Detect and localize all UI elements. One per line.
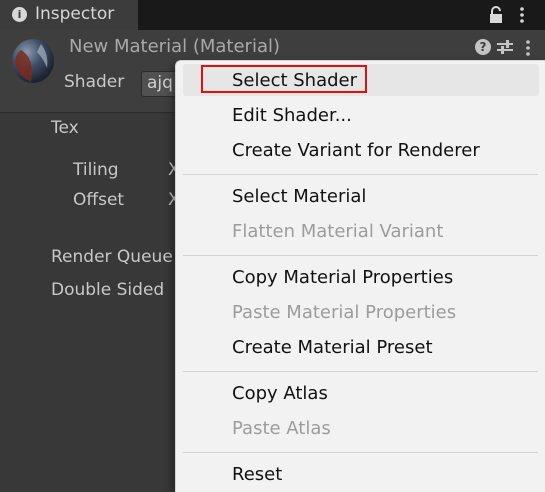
menu-item-copy-atlas[interactable]: Copy Atlas — [232, 383, 328, 404]
menu-item-create-variant-for-renderer[interactable]: Create Variant for Renderer — [232, 140, 480, 161]
help-icon[interactable]: ? — [475, 39, 491, 55]
material-kebab-icon[interactable] — [526, 39, 530, 57]
material-preview-icon — [12, 39, 54, 83]
lock-icon[interactable] — [489, 6, 503, 24]
menu-separator — [183, 452, 538, 453]
context-menu: Select Shader Edit Shader... Create Vari… — [175, 60, 545, 492]
settings-sliders-icon[interactable] — [497, 39, 513, 55]
property-tiling: Tiling — [73, 160, 119, 180]
shader-value: ajq — [147, 73, 173, 93]
menu-item-edit-shader[interactable]: Edit Shader... — [232, 105, 352, 126]
menu-item-create-material-preset[interactable]: Create Material Preset — [232, 337, 433, 358]
menu-item-copy-material-properties[interactable]: Copy Material Properties — [232, 267, 453, 288]
shader-label: Shader — [64, 72, 125, 92]
tab-title: Inspector — [35, 4, 115, 24]
menu-item-paste-material-properties: Paste Material Properties — [232, 302, 457, 323]
menu-separator — [183, 255, 538, 256]
tab-inspector[interactable]: i Inspector — [0, 0, 138, 30]
property-offset: Offset — [73, 190, 125, 210]
menu-item-reset[interactable]: Reset — [232, 464, 282, 485]
menu-item-paste-atlas: Paste Atlas — [232, 418, 331, 439]
info-icon: i — [12, 7, 27, 22]
menu-separator — [183, 174, 538, 175]
menu-item-select-shader[interactable]: Select Shader — [232, 70, 357, 91]
property-render-queue: Render Queue — [51, 247, 173, 267]
material-name: New Material (Material) — [69, 36, 280, 57]
property-double-sided: Double Sided — [51, 280, 165, 300]
menu-separator — [183, 371, 538, 372]
menu-item-flatten-material-variant: Flatten Material Variant — [232, 221, 444, 242]
menu-item-select-material[interactable]: Select Material — [232, 186, 366, 207]
property-tex: Tex — [51, 118, 79, 138]
kebab-menu-icon[interactable] — [520, 6, 524, 24]
inspector-titlebar: i Inspector — [0, 0, 545, 30]
